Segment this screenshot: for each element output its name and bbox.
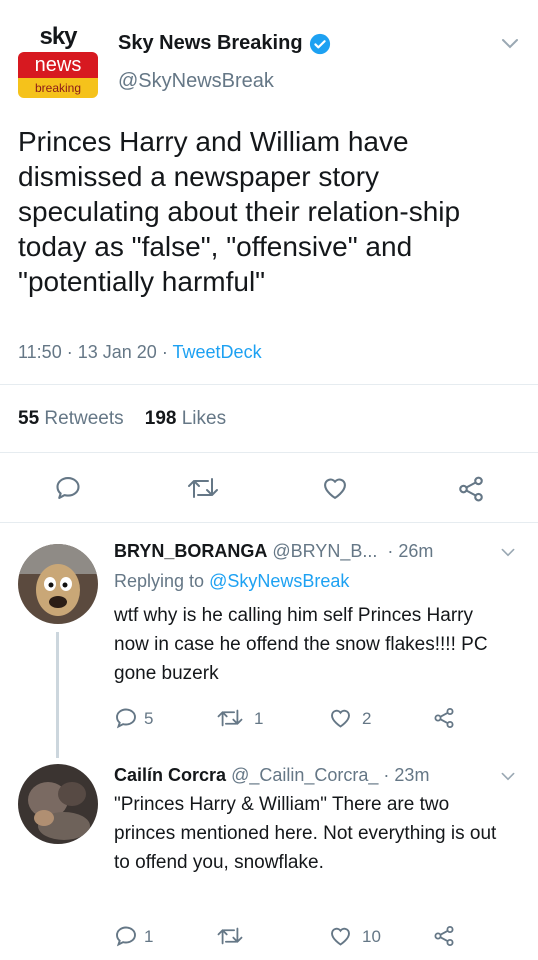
reply-text: "Princes Harry & William" There are two … — [114, 794, 497, 873]
likes-label: Likes — [181, 408, 227, 429]
reply-author-name: Cailín Corcra — [114, 765, 227, 785]
chevron-down-icon[interactable] — [500, 770, 516, 782]
meta-separator: · — [161, 342, 168, 362]
retweet-count: 1 — [254, 709, 264, 728]
reply-author-handle: @_Cailin_Corcra_ — [231, 765, 379, 785]
reply-header[interactable]: Cailín Corcra @_Cailin_Corcra_ · 23m — [114, 765, 429, 786]
tweet-time: 11:50 — [18, 342, 62, 362]
reply-count: 5 — [144, 709, 154, 728]
share-icon[interactable] — [432, 924, 456, 948]
sky-news-breaking-logo[interactable]: sky news breaking — [18, 24, 98, 98]
reply-time: · 23m — [383, 765, 430, 785]
divider — [0, 452, 538, 453]
reply-icon[interactable] — [114, 924, 138, 948]
reply-author-handle: @BRYN_B... — [272, 541, 378, 561]
like-heart-icon[interactable] — [328, 924, 353, 948]
chevron-down-icon[interactable] — [500, 36, 520, 50]
avatar[interactable] — [18, 544, 98, 624]
retweets-stat[interactable]: 55 Retweets — [18, 408, 124, 429]
author-name-row[interactable]: Sky News Breaking — [118, 32, 331, 55]
retweet-icon[interactable] — [186, 475, 220, 501]
tweet-text: Princes Harry and William have dismissed… — [18, 126, 461, 297]
reply-header[interactable]: BRYN_BORANGA @BRYN_B... · 26m — [114, 541, 433, 562]
meta-separator: · — [66, 342, 73, 362]
replying-to-handle-link[interactable]: @SkyNewsBreak — [209, 571, 349, 591]
avatar[interactable] — [18, 764, 98, 844]
reply-icon[interactable] — [114, 706, 138, 730]
logo-sky-text: sky — [18, 24, 98, 50]
likes-stat[interactable]: 198 Likes — [145, 408, 226, 429]
verified-badge-icon — [309, 33, 331, 55]
replying-to: Replying to @SkyNewsBreak — [114, 571, 349, 592]
reply-text: wtf why is he calling him self Princes H… — [114, 605, 488, 684]
tweet-stats: 55 Retweets 198 Likes — [18, 408, 226, 430]
tweet-meta: 11:50 · 13 Jan 20 · TweetDeck — [18, 342, 262, 363]
like-count: 2 — [362, 709, 372, 728]
tweet-source-link[interactable]: TweetDeck — [173, 342, 262, 362]
logo-news-text: news — [18, 52, 98, 78]
chevron-down-icon[interactable] — [500, 546, 516, 558]
like-heart-icon[interactable] — [328, 706, 353, 730]
like-heart-icon[interactable] — [320, 474, 350, 502]
reply-time: · 26m — [387, 541, 434, 561]
retweet-icon[interactable] — [216, 925, 244, 947]
share-icon[interactable] — [456, 474, 486, 504]
author-handle[interactable]: @SkyNewsBreak — [118, 70, 274, 93]
likes-count: 198 — [144, 408, 177, 429]
retweet-icon[interactable] — [216, 707, 244, 729]
author-display-name: Sky News Breaking — [118, 32, 303, 54]
retweets-label: Retweets — [44, 408, 124, 429]
share-icon[interactable] — [432, 706, 456, 730]
retweets-count: 55 — [18, 408, 40, 429]
reply-icon[interactable] — [54, 474, 82, 502]
reply-author-name: BRYN_BORANGA — [114, 541, 268, 561]
reply-count: 1 — [144, 927, 154, 946]
replying-to-label: Replying to — [114, 571, 205, 591]
divider — [0, 384, 538, 385]
divider — [0, 522, 538, 523]
like-count: 10 — [362, 927, 381, 946]
thread-line — [56, 632, 59, 758]
tweet-date: 13 Jan 20 — [77, 342, 157, 362]
logo-breaking-text: breaking — [18, 78, 98, 98]
